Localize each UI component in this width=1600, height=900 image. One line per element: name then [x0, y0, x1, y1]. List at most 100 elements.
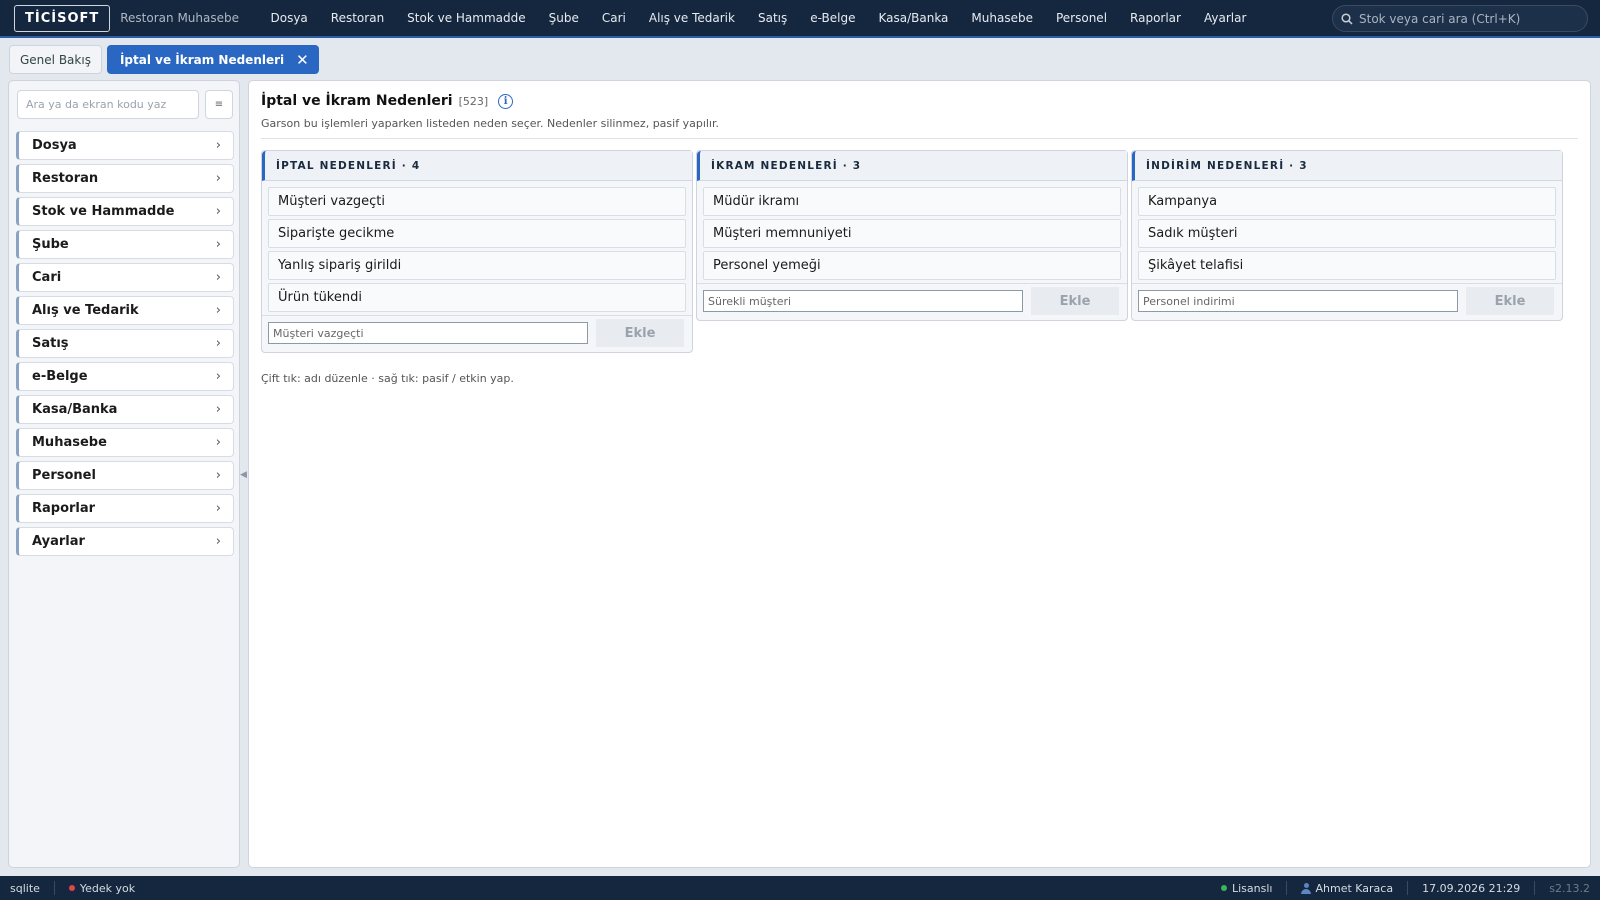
separator [1407, 881, 1409, 895]
chevron-right-icon: › [215, 468, 221, 483]
sidebar-item-kasa[interactable]: Kasa/Banka › [16, 395, 234, 424]
tab-genel-bakis[interactable]: Genel Bakış [9, 45, 102, 74]
list-item[interactable]: Müşteri vazgeçti [268, 187, 686, 216]
menu-item-raporlar[interactable]: Raporlar [1119, 11, 1193, 25]
menu-item-sube[interactable]: Şube [537, 11, 590, 25]
tab-label: Genel Bakış [20, 52, 91, 67]
sidebar-item-restoran[interactable]: Restoran › [16, 164, 234, 193]
chevron-right-icon: › [215, 303, 221, 318]
separator [53, 881, 55, 895]
list-item[interactable]: Şikâyet telafisi [1138, 251, 1556, 280]
collapse-sidebar-icon[interactable]: ◀ [240, 470, 247, 480]
sidebar-list: Dosya › Restoran › Stok ve Hammadde › Şube ›… [16, 131, 234, 560]
sidebar-item-sube[interactable]: Şube › [16, 230, 234, 259]
sidebar-item-label: Satış [32, 336, 69, 351]
chevron-right-icon: › [215, 204, 221, 219]
menu-item-ebelge[interactable]: e-Belge [799, 11, 867, 25]
chevron-right-icon: › [215, 435, 221, 450]
chevron-right-icon: › [215, 171, 221, 186]
page-title: İptal ve İkram Nedenleri [523] i [261, 93, 514, 109]
info-icon[interactable]: i [498, 93, 514, 109]
add-row: Ekle [1132, 283, 1562, 320]
search-icon [1341, 12, 1353, 25]
tab-iptal-ikram[interactable]: İptal ve İkram Nedenleri ✕ [106, 45, 319, 74]
backup-status-dot [68, 885, 75, 891]
list-item[interactable]: Sadık müşteri [1138, 219, 1556, 248]
panel-title: İPTAL NEDENLERİ · 4 [262, 151, 692, 181]
menu-item-kasa[interactable]: Kasa/Banka [867, 11, 960, 25]
sidebar-item-label: Muhasebe [32, 435, 107, 450]
sidebar-item-stok[interactable]: Stok ve Hammadde › [16, 197, 234, 226]
add-button[interactable]: Ekle [1466, 287, 1554, 315]
grid-icon[interactable]: ≡ [205, 90, 233, 119]
menu-item-satis[interactable]: Satış [746, 11, 798, 25]
list-item[interactable]: Yanlış sipariş girildi [268, 251, 686, 280]
backup-status: Yedek yok [79, 881, 136, 895]
menu-item-dosya[interactable]: Dosya [259, 11, 319, 25]
add-row: Ekle [262, 315, 692, 352]
main-content: İptal ve İkram Nedenleri [523] i Garson … [248, 80, 1591, 868]
sidebar-item-label: Ayarlar [32, 534, 85, 549]
menu-item-alis[interactable]: Alış ve Tedarik [637, 11, 746, 25]
chevron-right-icon: › [215, 369, 221, 384]
list-item[interactable]: Müşteri memnuniyeti [703, 219, 1121, 248]
chevron-right-icon: › [215, 138, 221, 153]
sidebar-item-ebelge[interactable]: e-Belge › [16, 362, 234, 391]
chevron-right-icon: › [215, 336, 221, 351]
sidebar-item-dosya[interactable]: Dosya › [16, 131, 234, 160]
global-search-input[interactable] [1359, 11, 1579, 26]
sidebar: ≡ Dosya › Restoran › Stok ve Hammadde › Şub… [8, 80, 240, 868]
sidebar-item-label: Stok ve Hammadde [32, 204, 175, 219]
sidebar-item-satis[interactable]: Satış › [16, 329, 234, 358]
sidebar-item-raporlar[interactable]: Raporlar › [16, 494, 234, 523]
list-item[interactable]: Personel yemeği [703, 251, 1121, 280]
db-status: sqlite [10, 881, 40, 895]
menu-item-muhasebe[interactable]: Muhasebe [960, 11, 1045, 25]
divider [261, 138, 1578, 139]
sidebar-item-muhasebe[interactable]: Muhasebe › [16, 428, 234, 457]
close-icon[interactable]: ✕ [296, 51, 309, 69]
main-menu: Dosya Restoran Stok ve Hammadde Şube Car… [259, 11, 1258, 25]
sidebar-item-ayarlar[interactable]: Ayarlar › [16, 527, 234, 556]
add-button[interactable]: Ekle [1031, 287, 1119, 315]
menu-item-ayarlar[interactable]: Ayarlar [1192, 11, 1257, 25]
menu-item-personel[interactable]: Personel [1044, 11, 1118, 25]
panel-indirim: İNDİRİM NEDENLERİ · 3 Kampanya Sadık müş… [1131, 150, 1563, 321]
chevron-right-icon: › [215, 501, 221, 516]
panel-title: İKRAM NEDENLERİ · 3 [697, 151, 1127, 181]
status-bar: sqlite Yedek yok Lisanslı Ahmet Karaca 1… [0, 876, 1600, 900]
add-button[interactable]: Ekle [596, 319, 684, 347]
list-item[interactable]: Kampanya [1138, 187, 1556, 216]
datetime: 17.09.2026 21:29 [1422, 881, 1521, 895]
panel-title: İNDİRİM NEDENLERİ · 3 [1132, 151, 1562, 181]
sidebar-item-cari[interactable]: Cari › [16, 263, 234, 292]
sidebar-item-alis[interactable]: Alış ve Tedarik › [16, 296, 234, 325]
list-item[interactable]: Müdür ikramı [703, 187, 1121, 216]
page-title-text: İptal ve İkram Nedenleri [261, 93, 453, 109]
sidebar-item-label: Dosya [32, 138, 77, 153]
current-user[interactable]: Ahmet Karaca [1315, 882, 1393, 895]
menu-item-stok[interactable]: Stok ve Hammadde [396, 11, 537, 25]
app-logo[interactable]: TİCİSOFT [14, 4, 111, 32]
chevron-right-icon: › [215, 402, 221, 417]
page-subtitle: Garson bu işlemleri yaparken listeden ne… [261, 117, 719, 130]
license-status: Lisanslı [1232, 881, 1273, 895]
new-reason-input[interactable] [1138, 290, 1458, 312]
sidebar-item-personel[interactable]: Personel › [16, 461, 234, 490]
sidebar-item-label: Alış ve Tedarik [32, 303, 139, 318]
sidebar-item-label: Kasa/Banka [32, 402, 118, 417]
menu-item-restoran[interactable]: Restoran [319, 11, 395, 25]
list-item[interactable]: Ürün tükendi [268, 283, 686, 312]
new-reason-input[interactable] [268, 322, 588, 344]
tab-bar: Genel Bakış İptal ve İkram Nedenleri ✕ [9, 45, 324, 74]
chevron-right-icon: › [215, 270, 221, 285]
screen-code: [523] [458, 94, 489, 108]
sidebar-item-label: Cari [32, 270, 62, 285]
sidebar-item-label: Restoran [32, 171, 99, 186]
menu-item-cari[interactable]: Cari [590, 11, 637, 25]
list-item[interactable]: Siparişte gecikme [268, 219, 686, 248]
new-reason-input[interactable] [703, 290, 1023, 312]
global-search [1332, 5, 1588, 32]
app-version: s2.13.2 [1549, 881, 1590, 895]
sidebar-search-input[interactable] [17, 90, 199, 119]
